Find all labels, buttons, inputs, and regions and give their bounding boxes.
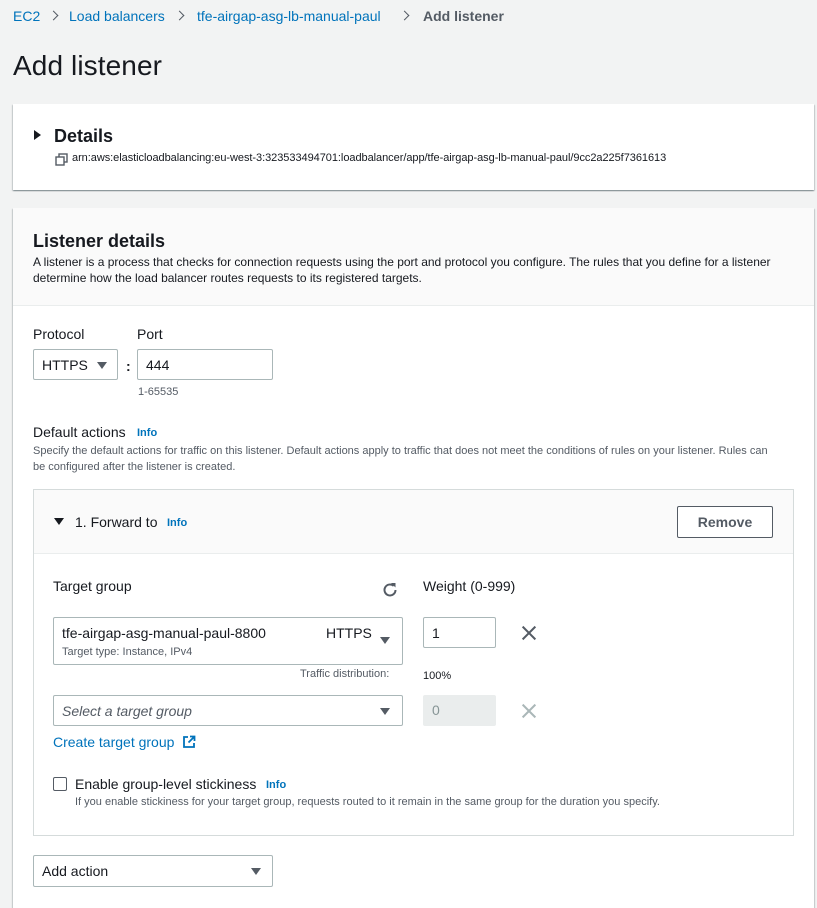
target-group-select[interactable]: tfe-airgap-asg-manual-paul-8800 HTTPS Ta… — [53, 617, 403, 665]
stickiness-checkbox[interactable] — [53, 777, 67, 791]
page-title: Add listener — [13, 50, 163, 81]
stickiness-info-link[interactable]: Info — [266, 779, 286, 791]
caret-down-icon — [380, 637, 390, 644]
port-input[interactable] — [137, 349, 273, 380]
caret-right-icon[interactable] — [34, 130, 41, 140]
create-target-group-link[interactable]: Create target group — [53, 734, 196, 750]
forward-info-link[interactable]: Info — [167, 517, 187, 529]
forward-action-panel: 1. Forward to Info Remove Target group W… — [33, 489, 794, 836]
port-label: Port — [137, 326, 163, 342]
details-arn: arn:aws:elasticloadbalancing:eu-west-3:3… — [72, 152, 667, 164]
chevron-right-icon — [50, 8, 58, 24]
port-hint: 1-65535 — [138, 386, 179, 398]
traffic-distribution-value: 100% — [423, 670, 452, 682]
protocol-value: HTTPS — [42, 357, 88, 373]
remove-button[interactable]: Remove — [677, 506, 773, 538]
details-title[interactable]: Details — [54, 125, 113, 147]
weight-input[interactable] — [423, 617, 496, 648]
external-link-icon — [182, 735, 196, 749]
protocol-port-separator: : — [126, 358, 131, 374]
breadcrumb-load-balancer[interactable]: tfe-airgap-asg-lb-manual-paul — [197, 8, 381, 24]
weight-label: Weight (0-999) — [423, 578, 516, 594]
traffic-distribution-label: Traffic distribution: — [300, 668, 390, 680]
target-group-protocol: HTTPS — [326, 625, 372, 641]
default-actions-info-link[interactable]: Info — [137, 427, 157, 439]
copy-icon[interactable] — [55, 153, 68, 166]
stickiness-label[interactable]: Enable group-level stickiness — [75, 775, 256, 793]
listener-title: Listener details — [33, 231, 166, 251]
refresh-icon[interactable] — [381, 581, 399, 599]
caret-down-icon — [251, 868, 261, 875]
weight-input-disabled: 0 — [423, 695, 496, 726]
target-group-select-empty[interactable]: Select a target group — [53, 695, 403, 726]
default-actions-description: Specify the default actions for traffic … — [33, 445, 768, 473]
breadcrumb-current: Add listener — [423, 8, 504, 24]
listener-description: A listener is a process that checks for … — [33, 255, 771, 285]
target-group-placeholder: Select a target group — [62, 703, 192, 719]
create-target-group-label: Create target group — [53, 734, 175, 750]
chevron-right-icon — [176, 8, 184, 24]
caret-down-icon — [97, 362, 107, 369]
add-action-select[interactable]: Add action — [33, 855, 273, 887]
breadcrumb-load-balancers[interactable]: Load balancers — [69, 8, 165, 24]
listener-details-card: Listener details A listener is a process… — [13, 208, 814, 908]
caret-down-icon — [380, 708, 390, 715]
close-icon[interactable] — [521, 625, 537, 641]
protocol-label: Protocol — [33, 326, 85, 342]
target-group-type: Target type: Instance, IPv4 — [62, 646, 193, 658]
add-action-label: Add action — [42, 863, 109, 879]
weight-disabled-value: 0 — [432, 702, 440, 718]
default-actions-label: Default actions — [33, 424, 126, 440]
caret-down-icon[interactable] — [54, 518, 64, 525]
protocol-select[interactable]: HTTPS — [33, 349, 118, 380]
breadcrumb-ec2[interactable]: EC2 — [13, 8, 40, 24]
close-icon — [521, 703, 537, 719]
target-group-name: tfe-airgap-asg-manual-paul-8800 — [62, 625, 266, 641]
target-group-label: Target group — [53, 578, 132, 594]
stickiness-description: If you enable stickiness for your target… — [75, 796, 660, 808]
forward-title: 1. Forward to — [75, 514, 158, 530]
details-card: Details arn:aws:elasticloadbalancing:eu-… — [13, 104, 814, 190]
chevron-right-icon — [401, 8, 409, 24]
